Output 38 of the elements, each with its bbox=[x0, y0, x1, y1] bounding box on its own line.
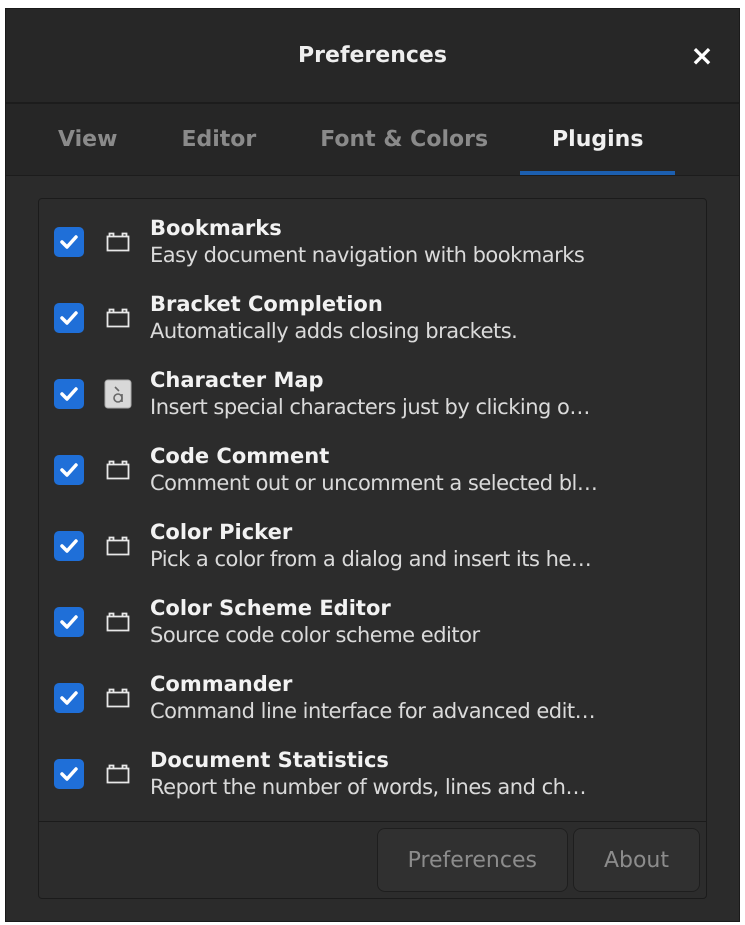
plugin-description: Comment out or uncomment a selected bl… bbox=[150, 470, 598, 497]
plugin-description: Easy document navigation with bookmarks bbox=[150, 242, 584, 269]
plugin-icon bbox=[106, 612, 130, 632]
tab[interactable]: Editor bbox=[149, 104, 288, 175]
tab[interactable]: View bbox=[26, 104, 150, 175]
checkbox[interactable] bbox=[54, 303, 84, 333]
plugin-name: Color Scheme Editor bbox=[150, 594, 392, 622]
plugin-icon bbox=[106, 460, 130, 480]
close-button[interactable]: × bbox=[687, 41, 717, 71]
checkbox[interactable] bbox=[54, 379, 84, 409]
checkbox[interactable] bbox=[54, 759, 84, 789]
plugin-name: Bracket Completion bbox=[150, 290, 384, 318]
plugin-name: Document Statistics bbox=[150, 746, 390, 774]
character-map-icon bbox=[104, 379, 132, 409]
plugin-name: Commander bbox=[150, 670, 294, 698]
plugin-name: Color Picker bbox=[150, 518, 294, 546]
plugin-icon bbox=[106, 232, 130, 252]
plugin-icon bbox=[106, 308, 130, 328]
plugin-description: Report the number of words, lines and ch… bbox=[150, 774, 586, 801]
checkbox[interactable] bbox=[54, 227, 84, 257]
plugin-name: Code Comment bbox=[150, 442, 330, 470]
plugin-icon bbox=[106, 764, 130, 784]
plugin-description: Source code color scheme editor bbox=[150, 622, 480, 649]
plugin-icon bbox=[106, 688, 130, 708]
plugin-description: Automatically adds closing brackets. bbox=[150, 318, 518, 345]
plugin-description: Insert special characters just by clicking o… bbox=[150, 394, 590, 421]
plugin-name: Bookmarks bbox=[150, 214, 283, 242]
plugin-description: Pick a color from a dialog and insert its he… bbox=[150, 546, 592, 573]
tab[interactable]: Font & Colors bbox=[288, 104, 520, 175]
checkbox[interactable] bbox=[54, 531, 84, 561]
plugin-name: Character Map bbox=[150, 366, 325, 394]
plugin-description: Command line interface for advanced edit… bbox=[150, 698, 596, 725]
checkbox[interactable] bbox=[54, 455, 84, 485]
checkbox[interactable] bbox=[54, 607, 84, 637]
checkbox[interactable] bbox=[54, 683, 84, 713]
plugin-icon bbox=[106, 536, 130, 556]
window-title: Preferences bbox=[298, 42, 447, 70]
tab[interactable]: Plugins bbox=[520, 104, 676, 175]
